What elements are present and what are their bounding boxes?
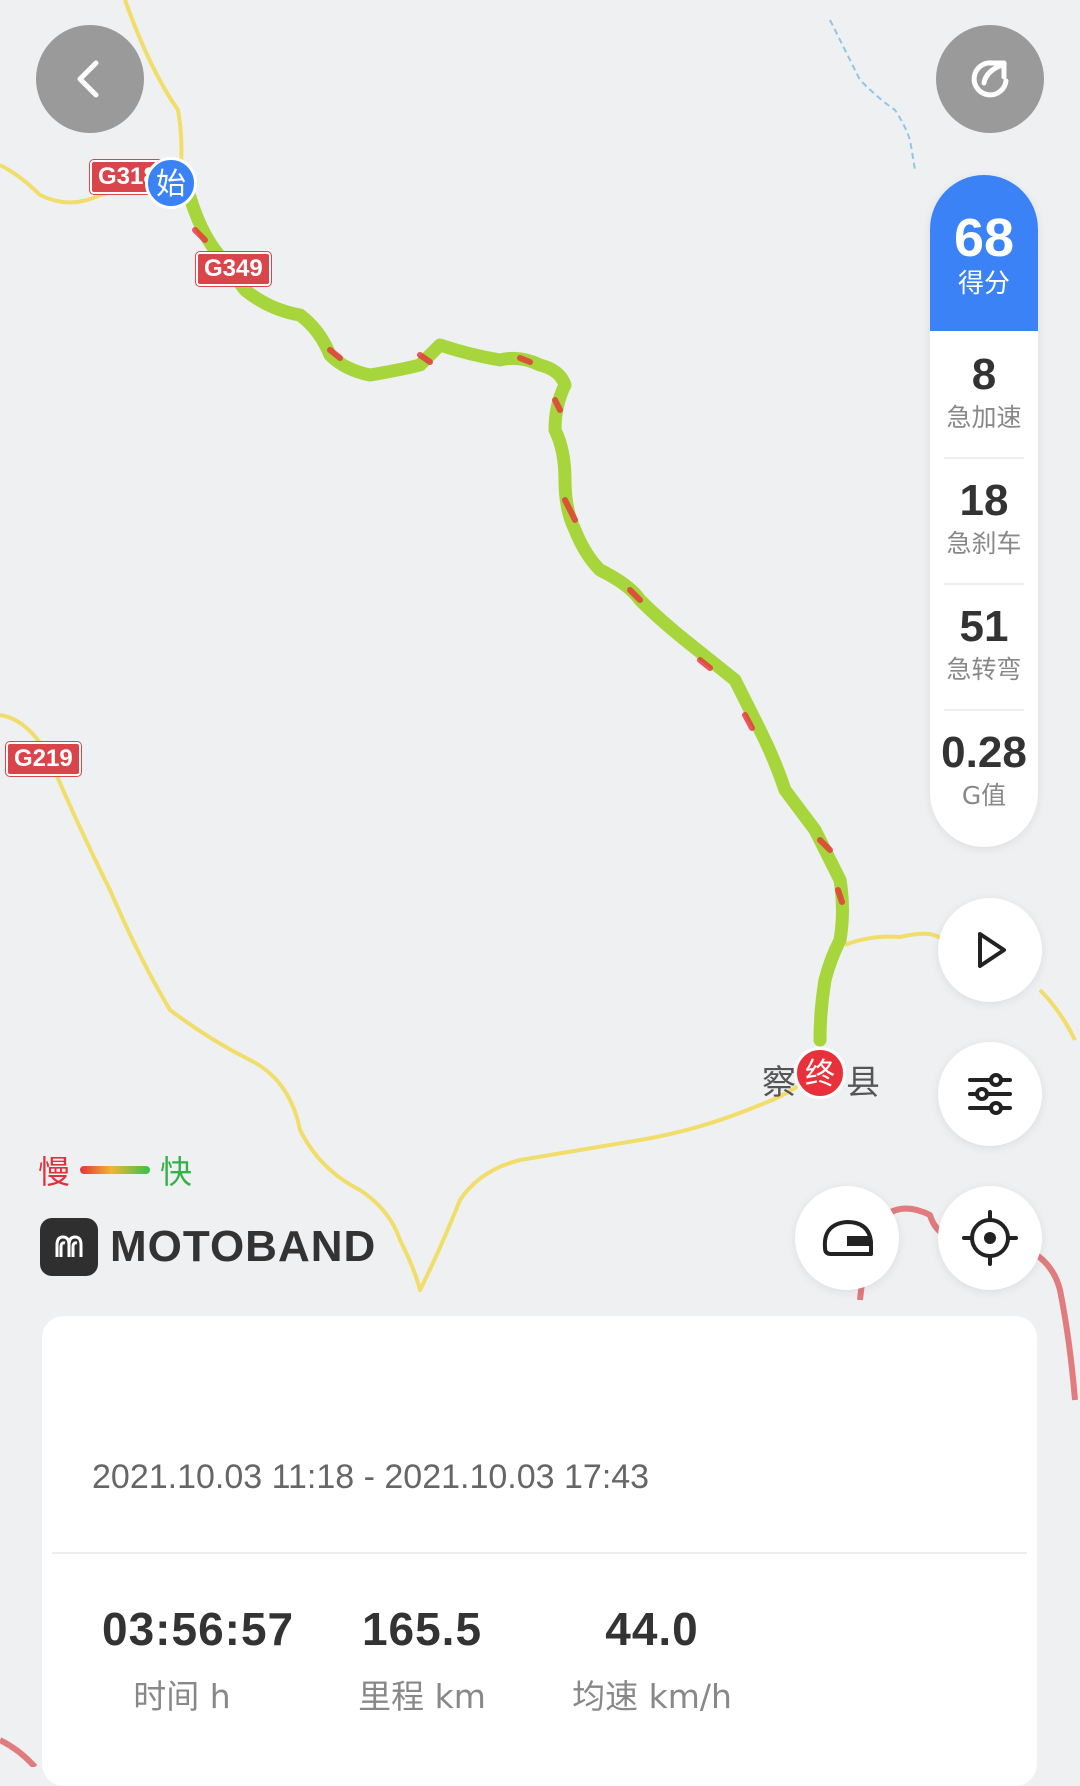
trip-route <box>183 190 849 1047</box>
trip-route-slow-segments <box>192 227 845 905</box>
back-button[interactable] <box>36 25 144 133</box>
trip-time-range: 2021.10.03 11:18 - 2021.10.03 17:43 <box>92 1458 650 1496</box>
metric-duration: 03:56:57 时间 h <box>102 1602 295 1718</box>
legend-slow-label: 慢 <box>38 1153 71 1191</box>
helmet-icon <box>822 1220 873 1256</box>
stat-label: 急刹车 <box>946 529 1022 558</box>
score-header: 68 得分 <box>930 175 1038 331</box>
end-marker[interactable]: 终 <box>794 1047 846 1099</box>
score-label: 得分 <box>957 269 1010 299</box>
stat-label: G值 <box>961 781 1007 810</box>
stat-hard-braking: 18 急刹车 <box>930 457 1038 583</box>
metric-avg-speed: 44.0 均速 km/h <box>562 1602 742 1718</box>
crosshair-icon <box>962 1210 1018 1266</box>
locate-button[interactable] <box>938 1186 1042 1290</box>
stat-label: 急加速 <box>946 403 1022 432</box>
brand-watermark: MOTOBAND <box>40 1218 376 1276</box>
trip-summary-card: 2021.10.03 11:18 - 2021.10.03 17:43 03:5… <box>42 1316 1037 1786</box>
speed-legend: 慢 快 <box>38 1147 192 1193</box>
end-place-label-left: 察 <box>762 1063 796 1103</box>
legend-gradient-bar <box>80 1166 151 1174</box>
chevron-left-icon <box>77 60 99 98</box>
metric-value: 03:56:57 <box>102 1603 295 1655</box>
stat-value: 0.28 <box>941 728 1027 777</box>
stat-g-value: 0.28 G值 <box>930 709 1038 835</box>
share-icon <box>971 60 1009 98</box>
motoband-logo-icon <box>40 1218 98 1276</box>
share-button[interactable] <box>936 25 1044 133</box>
stat-value: 51 <box>959 602 1009 651</box>
road-east-2 <box>1038 988 1077 1041</box>
metric-label: 均速 km/h <box>572 1677 732 1716</box>
road-east <box>844 931 942 947</box>
score-panel: 68 得分 8 急加速 18 急刹车 51 急转弯 0.28 G值 <box>930 175 1038 847</box>
river-line <box>829 19 916 171</box>
end-place-label-right: 县 <box>846 1063 880 1103</box>
road-shield-g349: G349 <box>196 252 271 286</box>
play-icon <box>978 932 1006 968</box>
play-button[interactable] <box>938 898 1042 1002</box>
national-road-southwest <box>0 1737 38 1767</box>
stat-value: 18 <box>959 476 1009 525</box>
helmet-button[interactable] <box>795 1186 899 1290</box>
metric-distance: 165.5 里程 km <box>352 1602 492 1718</box>
road-southwest-loop <box>0 713 817 1292</box>
stat-hard-acceleration: 8 急加速 <box>930 331 1038 457</box>
metric-label: 时间 h <box>133 1677 231 1716</box>
stat-label: 急转弯 <box>946 655 1022 684</box>
metric-value: 165.5 <box>361 1603 483 1655</box>
stat-value: 8 <box>971 350 997 399</box>
divider <box>52 1552 1027 1554</box>
metric-label: 里程 km <box>358 1677 486 1716</box>
start-marker[interactable]: 始 <box>145 157 197 209</box>
stat-sharp-turn: 51 急转弯 <box>930 583 1038 709</box>
road-shield-g219: G219 <box>6 742 81 776</box>
legend-fast-label: 快 <box>160 1153 193 1191</box>
sliders-icon <box>968 1073 1012 1115</box>
brand-name: MOTOBAND <box>110 1222 377 1271</box>
metric-value: 44.0 <box>605 1603 699 1655</box>
filter-button[interactable] <box>938 1042 1042 1146</box>
